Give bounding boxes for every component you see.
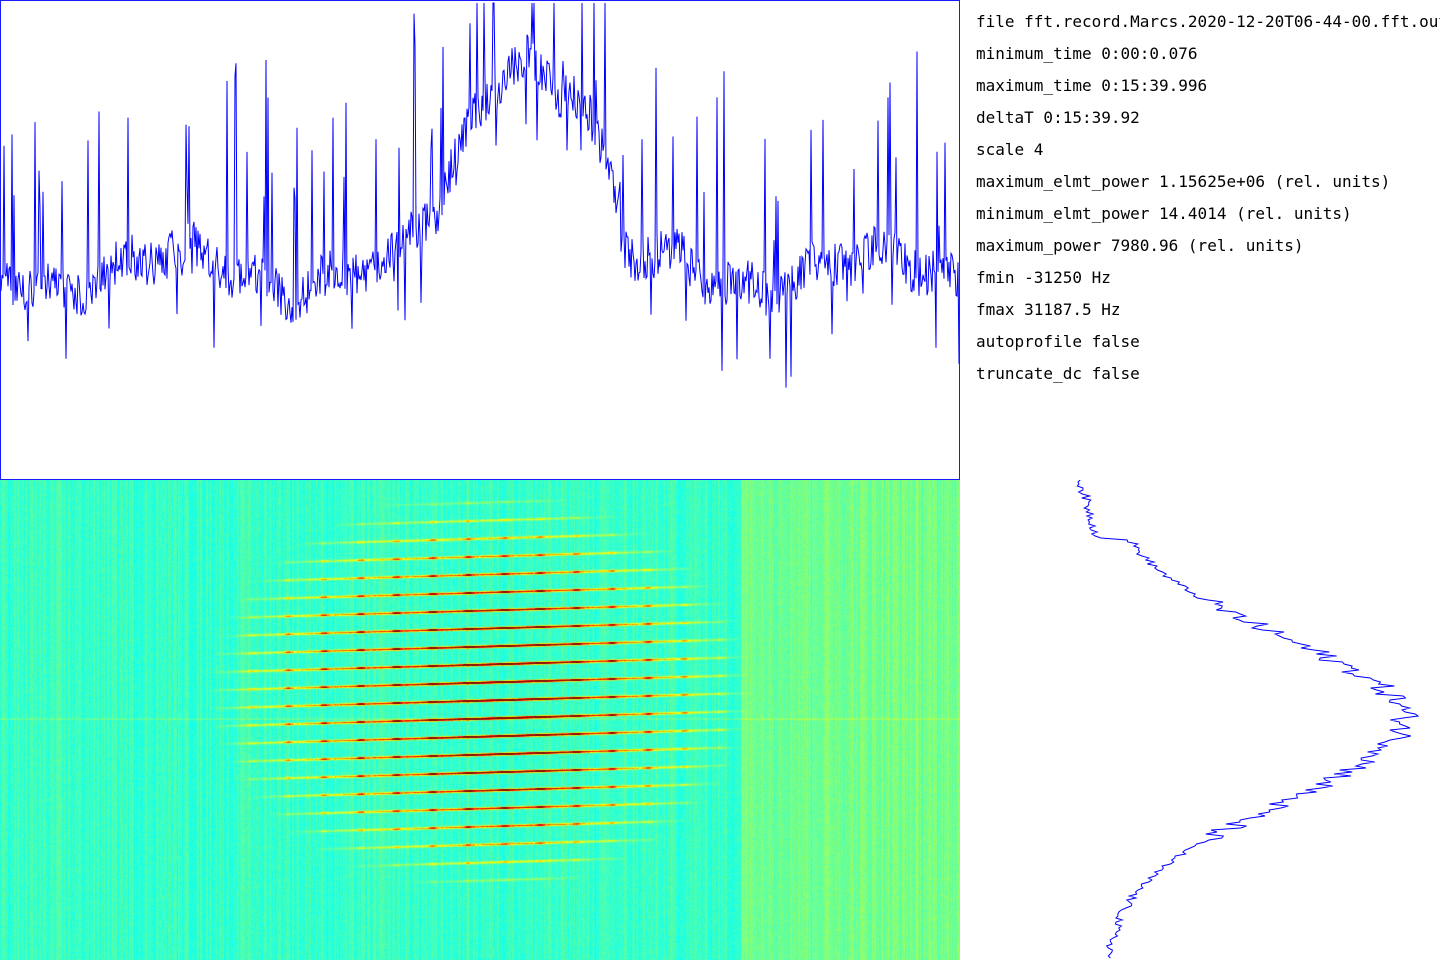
time-profile-plot — [0, 0, 960, 480]
info-panel: file fft.record.Marcs.2020-12-20T06-44-0… — [976, 10, 1440, 410]
info-fmax: fmax 31187.5 Hz — [976, 300, 1121, 319]
time-profile-trace — [1, 2, 959, 388]
info-minimum-elmt-power: minimum_elmt_power 14.4014 (rel. units) — [976, 204, 1352, 223]
spectrogram-canvas[interactable] — [0, 480, 960, 960]
frequency-profile-plot — [960, 480, 1440, 960]
time-power-trace-line — [1, 2, 959, 388]
info-delta-t: deltaT 0:15:39.92 — [976, 108, 1140, 127]
info-scale: scale 4 — [976, 140, 1044, 159]
info-maximum-elmt-power: maximum_elmt_power 1.15625e+06 (rel. uni… — [976, 172, 1391, 191]
info-fmin: fmin -31250 Hz — [976, 268, 1111, 287]
info-file: file fft.record.Marcs.2020-12-20T06-44-0… — [976, 12, 1440, 31]
frequency-power-trace-line — [1076, 480, 1420, 959]
spectrogram-waterfall[interactable] — [0, 480, 960, 960]
info-maximum-power: maximum_power 7980.96 (rel. units) — [976, 236, 1304, 255]
info-maximum-time: maximum_time 0:15:39.996 — [976, 76, 1208, 95]
info-minimum-time: minimum_time 0:00:0.076 — [976, 44, 1198, 63]
info-truncate-dc: truncate_dc false — [976, 364, 1140, 383]
info-autoprofile: autoprofile false — [976, 332, 1140, 351]
frequency-profile-trace — [1076, 480, 1420, 959]
